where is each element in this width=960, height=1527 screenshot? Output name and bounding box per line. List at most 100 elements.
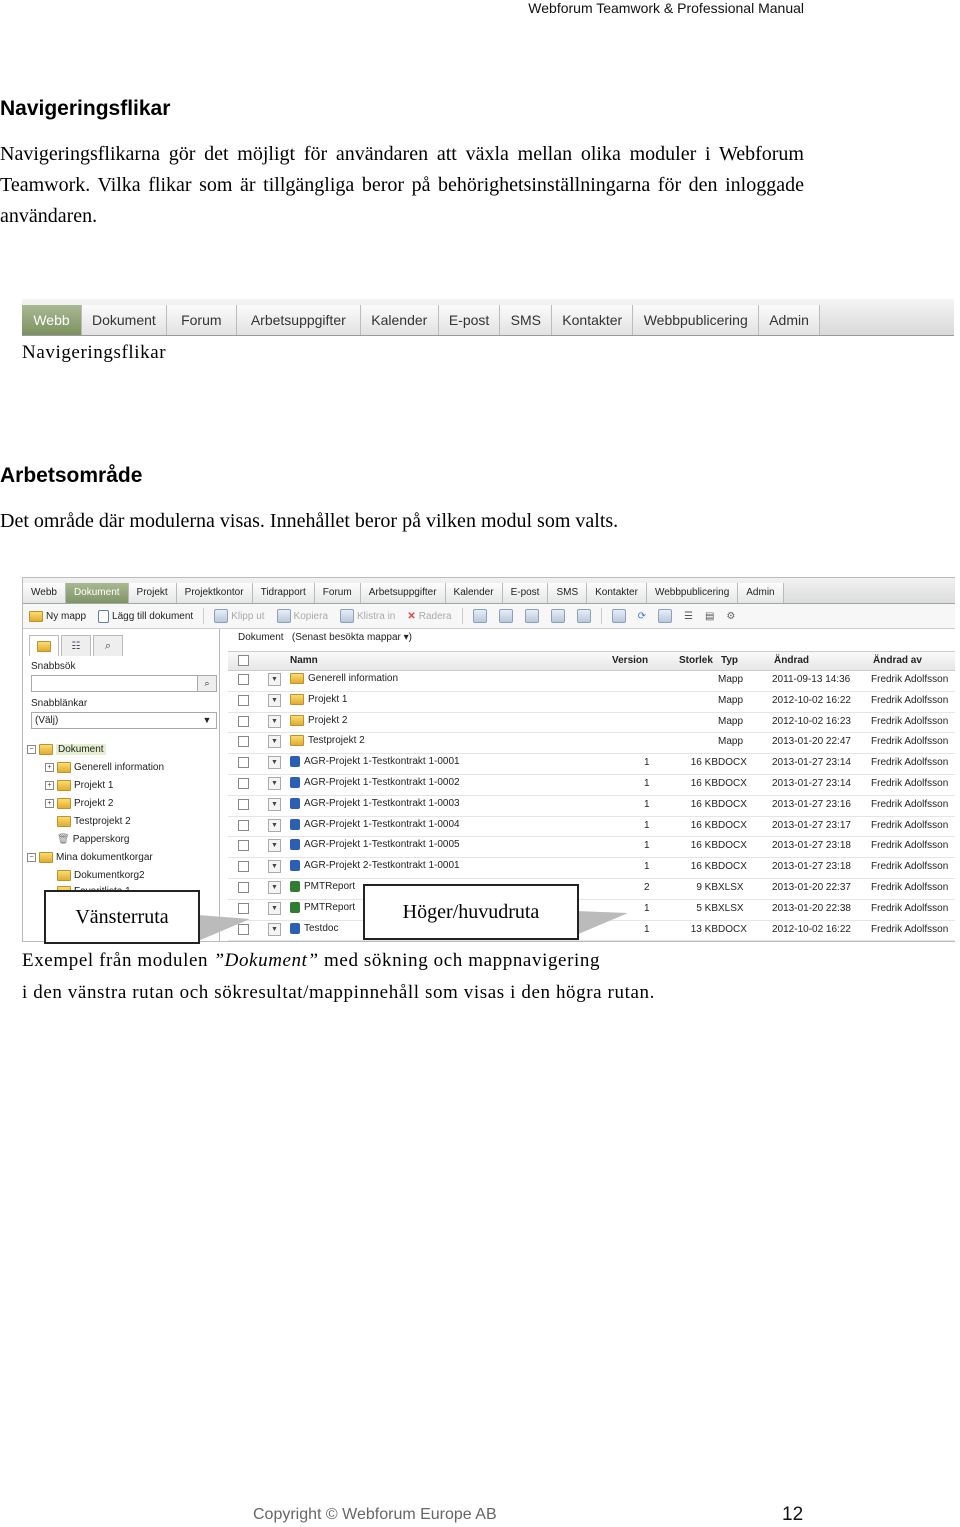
- app-tab-webbpublicering[interactable]: Webbpublicering: [646, 583, 739, 603]
- row-name[interactable]: Projekt 2: [290, 714, 347, 726]
- folder-tab[interactable]: [29, 635, 59, 656]
- nav-tab-e-post[interactable]: E-post: [438, 305, 501, 335]
- table-row[interactable]: ▼ AGR-Projekt 2-Testkontrakt 1-0001 1 16 KB…: [228, 857, 955, 879]
- tree-item-dokumentkorg2[interactable]: Dokumentkorg2: [57, 867, 145, 883]
- app-tab-kontakter[interactable]: Kontakter: [587, 583, 647, 603]
- row-checkbox[interactable]: [238, 715, 249, 727]
- mail-button[interactable]: [519, 609, 545, 623]
- tree-item-papperskorg[interactable]: 🗑 Papperskorg: [57, 831, 129, 847]
- cut-button[interactable]: Klipp ut: [208, 609, 270, 623]
- row-name[interactable]: AGR-Projekt 2-Testkontrakt 1-0001: [290, 860, 460, 872]
- new-folder-button[interactable]: Ny mapp: [23, 610, 92, 622]
- row-menu-chevron-icon[interactable]: ▼: [268, 756, 281, 770]
- row-menu-chevron-icon[interactable]: ▼: [268, 777, 281, 790]
- row-checkbox[interactable]: [238, 840, 249, 852]
- row-name[interactable]: AGR-Projekt 1-Testkontrakt 1-0004: [290, 818, 460, 830]
- row-name[interactable]: Testdoc: [290, 922, 338, 934]
- row-menu-chevron-icon[interactable]: ▼: [268, 881, 281, 894]
- app-tab-projekt[interactable]: Projekt: [128, 583, 177, 603]
- col-header-type[interactable]: Typ: [721, 655, 738, 666]
- table-row[interactable]: ▼ Testprojekt 2 Mapp 2013-01-20 22:47 Fredri…: [228, 732, 955, 755]
- row-name[interactable]: Testprojekt 2: [290, 735, 365, 747]
- row-checkbox[interactable]: [238, 757, 249, 769]
- nav-tab-sms[interactable]: SMS: [500, 305, 553, 335]
- row-name[interactable]: PMTReport: [290, 901, 355, 913]
- search-button[interactable]: ⌕: [197, 676, 216, 691]
- table-row[interactable]: ▼ Generell information Mapp 2011-09-13 14:3…: [228, 670, 955, 692]
- table-row[interactable]: ▼ PMTReport 2 9 KB XLSX 2013-01-20 22:37 Fredr…: [228, 878, 955, 900]
- row-name[interactable]: Projekt 1: [290, 693, 347, 705]
- app-tab-dokument[interactable]: Dokument: [65, 583, 129, 603]
- copy-button[interactable]: Kopiera: [271, 609, 334, 623]
- row-checkbox[interactable]: [238, 778, 249, 789]
- app-tab-admin[interactable]: Admin: [738, 583, 784, 603]
- export-button[interactable]: [545, 609, 571, 623]
- tree-item-projekt-1[interactable]: + Projekt 1: [45, 777, 113, 793]
- table-row[interactable]: ▼ AGR-Projekt 1-Testkontrakt 1-0004 1 16 KB…: [228, 816, 955, 838]
- row-menu-chevron-icon[interactable]: ▼: [268, 860, 281, 874]
- row-name[interactable]: AGR-Projekt 1-Testkontrakt 1-0005: [290, 839, 460, 851]
- nav-tab-kalender[interactable]: Kalender: [360, 305, 439, 335]
- table-row[interactable]: ▼ Projekt 1 Mapp 2012-10-02 16:22 Fredrik Ad…: [228, 691, 955, 713]
- nav-tab-admin[interactable]: Admin: [759, 305, 820, 335]
- nav-tab-webbpublicering[interactable]: Webbpublicering: [633, 305, 760, 335]
- paste-button[interactable]: Klistra in: [334, 609, 401, 623]
- row-name[interactable]: AGR-Projekt 1-Testkontrakt 1-0001: [290, 756, 460, 768]
- col-header-version[interactable]: Version: [612, 655, 648, 666]
- permissions-button[interactable]: [652, 609, 678, 623]
- row-checkbox[interactable]: [238, 798, 249, 810]
- tree-item-testprojekt-2[interactable]: Testprojekt 2: [57, 813, 131, 829]
- view-details-button[interactable]: ▤: [699, 611, 720, 622]
- col-header-modified-by[interactable]: Ändrad av: [873, 655, 922, 666]
- row-menu-chevron-icon[interactable]: ▼: [268, 735, 281, 749]
- app-tab-kalender[interactable]: Kalender: [445, 583, 503, 603]
- quick-search-input[interactable]: ⌕: [31, 675, 217, 692]
- tree-item-projekt-2[interactable]: + Projekt 2: [45, 795, 113, 811]
- row-checkbox[interactable]: [238, 694, 249, 706]
- select-all-checkbox[interactable]: [238, 655, 249, 666]
- table-row[interactable]: ▼ AGR-Projekt 1-Testkontrakt 1-0001 1 16 KB…: [228, 753, 955, 775]
- col-header-modified[interactable]: Ändrad: [774, 655, 809, 666]
- recent-folders-dropdown[interactable]: (Senast besökta mappar ▾): [292, 632, 412, 643]
- nav-tab-kontakter[interactable]: Kontakter: [552, 305, 634, 335]
- table-row[interactable]: ▼ AGR-Projekt 1-Testkontrakt 1-0003 1 16 KB…: [228, 795, 955, 817]
- row-menu-chevron-icon[interactable]: ▼: [268, 693, 281, 707]
- row-menu-chevron-icon[interactable]: ▼: [268, 839, 281, 853]
- app-tab-projektkontor[interactable]: Projektkontor: [176, 583, 253, 603]
- row-name[interactable]: PMTReport: [290, 881, 355, 892]
- row-menu-chevron-icon[interactable]: ▼: [268, 714, 281, 728]
- app-tab-forum[interactable]: Forum: [314, 583, 361, 603]
- tree-item-generell-information[interactable]: + Generell information: [45, 759, 164, 775]
- tree-tab[interactable]: ☷: [61, 635, 91, 656]
- row-menu-chevron-icon[interactable]: ▼: [268, 922, 281, 936]
- app-tab-sms[interactable]: SMS: [548, 583, 588, 603]
- row-menu-chevron-icon[interactable]: ▼: [268, 797, 281, 811]
- nav-tab-arbetsuppgifter[interactable]: Arbetsuppgifter: [236, 305, 361, 335]
- settings-button[interactable]: ⚙: [720, 611, 741, 622]
- row-checkbox[interactable]: [238, 882, 249, 893]
- delete-button[interactable]: ✕ Radera: [401, 611, 457, 622]
- tree-item-mina-dokumentkorgar[interactable]: − Mina dokumentkorgar: [27, 849, 153, 865]
- row-menu-chevron-icon[interactable]: ▼: [268, 673, 281, 686]
- nav-tab-webb[interactable]: Webb: [22, 305, 82, 335]
- table-row[interactable]: ▼ AGR-Projekt 1-Testkontrakt 1-0005 1 16 KB…: [228, 836, 955, 859]
- col-header-name[interactable]: Namn: [290, 655, 318, 666]
- row-name[interactable]: AGR-Projekt 1-Testkontrakt 1-0003: [290, 797, 460, 809]
- nav-tab-forum[interactable]: Forum: [166, 305, 237, 335]
- table-row[interactable]: ▼ AGR-Projekt 1-Testkontrakt 1-0002 1 16 KB…: [228, 774, 955, 796]
- nav-tab-dokument[interactable]: Dokument: [82, 305, 167, 335]
- app-tab-tidrapport[interactable]: Tidrapport: [252, 583, 315, 603]
- row-name[interactable]: AGR-Projekt 1-Testkontrakt 1-0002: [290, 777, 460, 788]
- app-tab-e-post[interactable]: E-post: [502, 583, 549, 603]
- row-name[interactable]: Generell information: [290, 673, 398, 684]
- app-tab-arbetsuppgifter[interactable]: Arbetsuppgifter: [360, 583, 446, 603]
- lock-button[interactable]: [467, 609, 493, 623]
- add-button[interactable]: [606, 609, 632, 623]
- row-checkbox[interactable]: [238, 861, 249, 873]
- quick-links-select[interactable]: (Välj) ▼: [31, 712, 217, 729]
- import-button[interactable]: [571, 609, 597, 623]
- row-menu-chevron-icon[interactable]: ▼: [268, 901, 281, 915]
- app-tab-webb[interactable]: Webb: [23, 583, 66, 603]
- row-menu-chevron-icon[interactable]: ▼: [268, 818, 281, 832]
- tree-item-dokument[interactable]: − Dokument: [27, 741, 106, 757]
